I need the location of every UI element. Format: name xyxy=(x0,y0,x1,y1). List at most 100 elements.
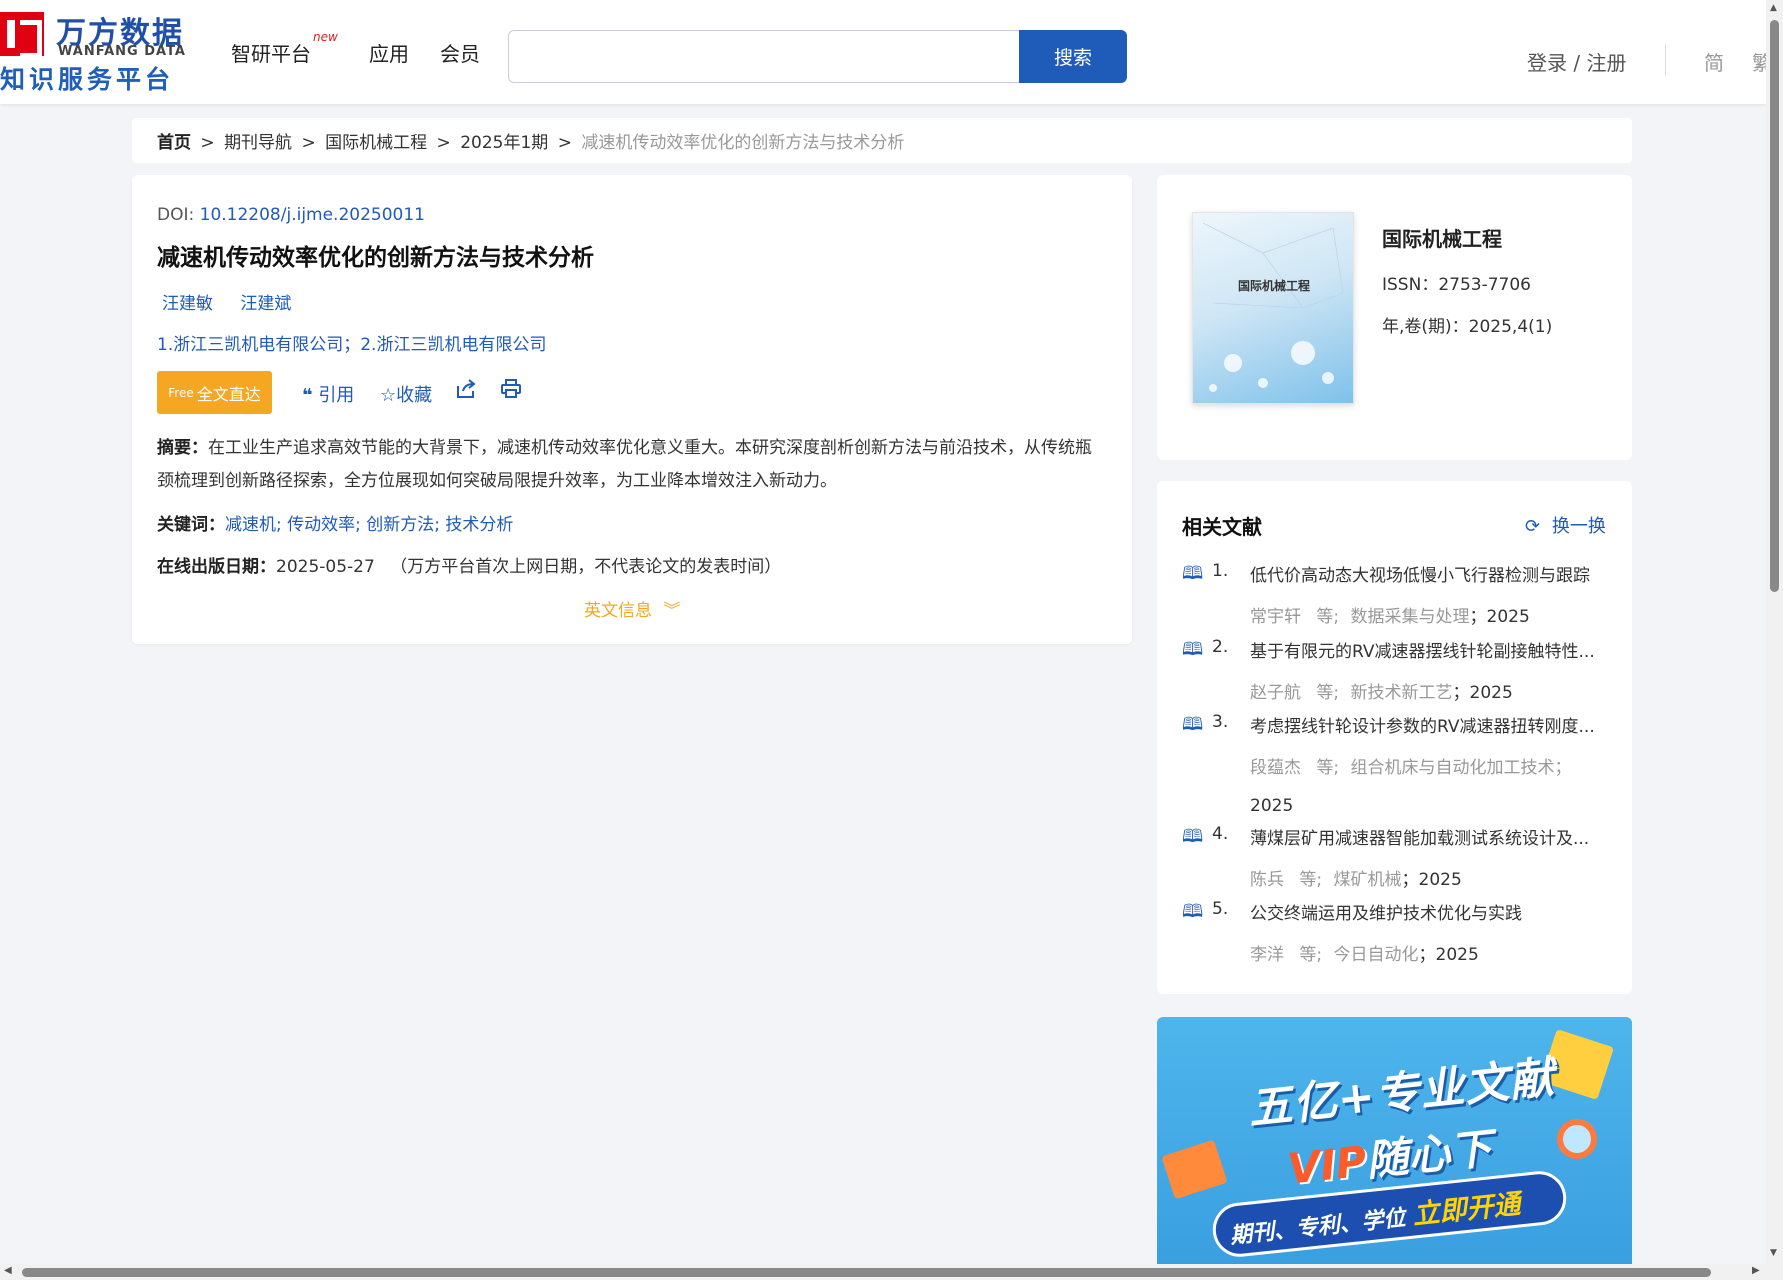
item-author[interactable]: 赵子航 xyxy=(1250,683,1301,703)
item-author[interactable]: 李洋 xyxy=(1250,945,1284,965)
share-icon xyxy=(457,379,476,398)
login-register-link[interactable]: 登录 / 注册 xyxy=(1527,47,1626,76)
abstract-label: 摘要： xyxy=(157,438,208,458)
keyword-link[interactable]: 技术分析 xyxy=(445,515,513,535)
magnifier-illustration-icon xyxy=(1557,1119,1597,1159)
author-list: 汪建敏 汪建斌 xyxy=(162,289,313,314)
nav-apps[interactable]: 应用 xyxy=(369,38,409,67)
top-header: 万方数据 WANFANG DATA 知识服务平台 智研平台 new 应用 会员 … xyxy=(0,0,1766,104)
item-source[interactable]: 数据采集与处理 xyxy=(1351,607,1470,627)
search-button[interactable]: 搜索 xyxy=(1019,30,1127,83)
horizontal-scroll-thumb[interactable] xyxy=(22,1268,1711,1277)
article-title: 减速机传动效率优化的创新方法与技术分析 xyxy=(157,245,594,271)
breadcrumb-current: 减速机传动效率优化的创新方法与技术分析 xyxy=(581,133,905,153)
breadcrumb-home[interactable]: 首页 xyxy=(157,133,191,153)
article-card: DOI: 10.12208/j.ijme.20250011 减速机传动效率优化的… xyxy=(132,175,1132,644)
item-source[interactable]: 组合机床与自动化加工技术 xyxy=(1351,758,1555,778)
star-icon: ☆ xyxy=(380,385,397,406)
english-info-toggle[interactable]: 英文信息 ︾ xyxy=(584,596,680,621)
journal-volume: 年,卷(期)：2025,4(1) xyxy=(1382,312,1552,337)
nav-membership[interactable]: 会员 xyxy=(440,38,480,67)
breadcrumb-journal[interactable]: 国际机械工程 xyxy=(325,133,427,153)
breadcrumb-journal-nav[interactable]: 期刊导航 xyxy=(224,133,292,153)
share-button[interactable] xyxy=(455,378,477,405)
vertical-scrollbar[interactable]: ▲ ▼ xyxy=(1766,0,1783,1264)
journal-cover[interactable]: 国际机械工程 xyxy=(1192,212,1354,404)
issn-label: ISSN： xyxy=(1382,275,1439,295)
affiliation[interactable]: 1.浙江三凯机电有限公司；2.浙江三凯机电有限公司 xyxy=(157,330,546,355)
vip-ad-banner[interactable]: 五亿+专业文献 VIP随心下 期刊、专利、学位 立即开通 xyxy=(1157,1017,1632,1264)
item-meta: 陈兵 等; 煤矿机械；2025 xyxy=(1250,870,1462,890)
refresh-button[interactable]: ⟳ 换一换 xyxy=(1525,512,1606,538)
related-literature-card: 相关文献 ⟳ 换一换 🕮 1. 低代价高动态大视场低慢小飞行器检测与跟踪 常宇轩… xyxy=(1157,481,1632,994)
breadcrumb-issue[interactable]: 2025年1期 xyxy=(460,133,548,153)
doi-line: DOI: 10.12208/j.ijme.20250011 xyxy=(157,205,425,225)
breadcrumb-separator: > xyxy=(557,133,572,153)
lang-traditional-link[interactable]: 繁 xyxy=(1752,47,1766,76)
item-author[interactable]: 陈兵 xyxy=(1250,870,1284,890)
volume-value: 2025,4(1) xyxy=(1468,317,1553,337)
author-link[interactable]: 汪建敏 xyxy=(162,294,213,314)
refresh-icon: ⟳ xyxy=(1525,516,1541,537)
journal-name[interactable]: 国际机械工程 xyxy=(1382,223,1502,252)
lang-simplified-link[interactable]: 简 xyxy=(1704,47,1724,76)
fulltext-button[interactable]: Free 全文直达 xyxy=(157,371,272,414)
item-source[interactable]: 煤矿机械 xyxy=(1334,870,1402,890)
scroll-down-icon[interactable]: ▼ xyxy=(1770,1248,1777,1258)
item-title[interactable]: 公交终端运用及维护技术优化与实践 xyxy=(1250,899,1612,924)
cite-label: 引用 xyxy=(318,385,355,406)
item-source[interactable]: 新技术新工艺 xyxy=(1351,683,1453,703)
wanfang-logo[interactable]: 万方数据 WANFANG DATA 知识服务平台 xyxy=(0,8,190,96)
item-source[interactable]: 今日自动化 xyxy=(1334,945,1419,965)
scroll-right-icon[interactable]: ▶ xyxy=(1752,1265,1760,1276)
book-icon: 🕮 xyxy=(1182,639,1204,660)
cite-action[interactable]: ❝ 引用 xyxy=(302,381,354,407)
free-fulltext-icon: Free xyxy=(168,385,194,400)
keywords: 关键词：减速机; 传动效率; 创新方法; 技术分析 xyxy=(157,515,514,535)
keyword-link[interactable]: 创新方法 xyxy=(366,515,434,535)
item-year: 2025 xyxy=(1486,607,1530,627)
issn-value: 2753-7706 xyxy=(1438,275,1531,295)
scroll-up-icon[interactable]: ▲ xyxy=(1770,3,1777,13)
breadcrumb-separator: > xyxy=(200,133,215,153)
favorite-action[interactable]: ☆收藏 xyxy=(380,381,432,407)
logo-english: WANFANG DATA xyxy=(58,44,186,59)
keyword-link[interactable]: 减速机 xyxy=(225,515,276,535)
item-number: 2. xyxy=(1212,637,1229,657)
item-title[interactable]: 薄煤层矿用减速器智能加载测试系统设计及... xyxy=(1250,824,1612,849)
online-publish-date: 在线出版日期：2025-05-27 （万方平台首次上网日期，不代表论文的发表时间… xyxy=(157,552,781,577)
item-year: 2025 xyxy=(1435,945,1479,965)
horizontal-scrollbar[interactable]: ◀ ▶ xyxy=(0,1264,1783,1280)
abstract-text: 在工业生产追求高效节能的大背景下，减速机传动效率优化意义重大。本研究深度剖析创新… xyxy=(157,438,1092,491)
print-button[interactable] xyxy=(500,378,522,405)
book-icon: 🕮 xyxy=(1182,714,1204,735)
keyword-link[interactable]: 传动效率 xyxy=(287,515,355,535)
ad-subheadline-rest: 随心下 xyxy=(1363,1123,1495,1186)
item-meta: 常宇轩 等; 数据采集与处理；2025 xyxy=(1250,607,1530,627)
item-title[interactable]: 基于有限元的RV减速器摆线针轮副接触特性... xyxy=(1250,637,1612,662)
related-heading: 相关文献 xyxy=(1182,515,1262,539)
favorite-label: 收藏 xyxy=(396,385,433,406)
vertical-scroll-thumb[interactable] xyxy=(1770,20,1779,592)
item-year: 2025 xyxy=(1250,796,1294,816)
item-meta: 赵子航 等; 新技术新工艺；2025 xyxy=(1250,683,1513,703)
breadcrumb: 首页 > 期刊导航 > 国际机械工程 > 2025年1期 > 减速机传动效率优化… xyxy=(132,118,1632,163)
author-link[interactable]: 汪建斌 xyxy=(240,294,291,314)
item-author[interactable]: 常宇轩 xyxy=(1250,607,1301,627)
refresh-label: 换一换 xyxy=(1551,516,1606,537)
item-title[interactable]: 考虑摆线针轮设计参数的RV减速器扭转刚度... xyxy=(1250,712,1612,737)
search-input[interactable] xyxy=(508,30,1019,83)
item-etal: 等; xyxy=(1316,607,1340,627)
item-title[interactable]: 低代价高动态大视场低慢小飞行器检测与跟踪 xyxy=(1250,561,1612,586)
fulltext-label: 全文直达 xyxy=(196,384,261,404)
item-etal: 等; xyxy=(1316,683,1340,703)
item-etal: 等; xyxy=(1316,758,1340,778)
english-info-label: 英文信息 xyxy=(584,601,652,621)
item-author[interactable]: 段蕴杰 xyxy=(1250,758,1301,778)
doi-link[interactable]: 10.12208/j.ijme.20250011 xyxy=(200,205,425,225)
keywords-label: 关键词： xyxy=(157,515,225,535)
item-number: 4. xyxy=(1212,824,1229,844)
nav-zhiyan-platform[interactable]: 智研平台 xyxy=(231,38,311,67)
scroll-left-icon[interactable]: ◀ xyxy=(4,1265,12,1276)
breadcrumb-separator: > xyxy=(436,133,451,153)
